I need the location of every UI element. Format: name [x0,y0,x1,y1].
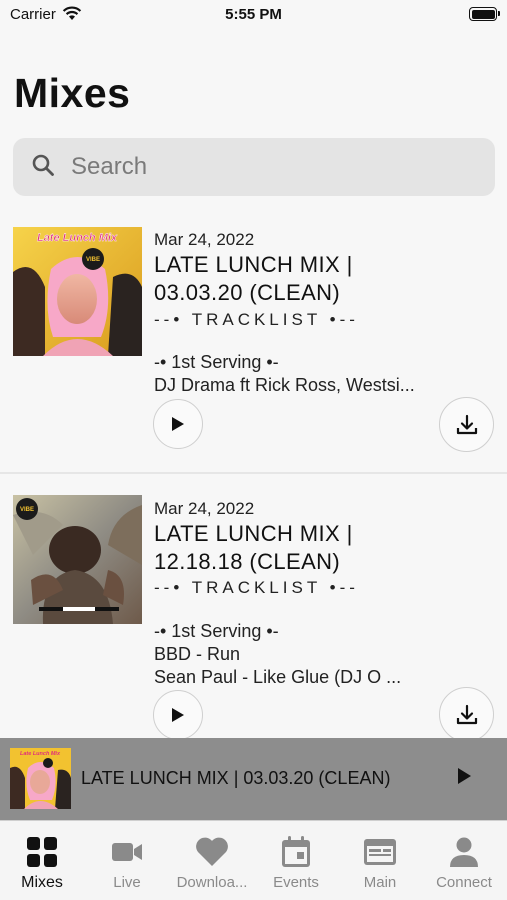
tab-label: Mixes [21,874,63,891]
mix-title-line: 03.03.20 (CLEAN) [154,280,341,305]
mix-title[interactable]: LATE LUNCH MIX | 03.03.20 (CLEAN) [154,251,454,307]
mix-serving-label: -• 1st Serving •- [154,621,279,641]
tab-mixes[interactable]: Mixes [0,821,84,900]
tab-live[interactable]: Live [85,821,169,900]
tab-label: Live [113,874,141,891]
download-button[interactable] [439,397,494,452]
art-title-text: Late Lunch Mix [37,232,118,244]
page-title: Mixes [14,70,131,116]
mini-player-play-button[interactable] [456,766,472,791]
status-time: 5:55 PM [225,6,282,23]
tab-main[interactable]: Main [338,821,422,900]
play-button[interactable] [153,690,203,740]
search-input[interactable] [71,153,451,181]
tab-connect[interactable]: Connect [422,821,506,900]
status-bar: Carrier 5:55 PM [0,0,507,30]
search-bar[interactable] [13,138,495,196]
mix-artwork[interactable]: VIBE Late Lunch Mix [13,227,142,356]
mix-title-line: 12.18.18 (CLEAN) [154,549,341,574]
mix-track-line: BBD - Run [154,644,241,664]
play-button[interactable] [153,399,203,449]
mix-title-line: LATE LUNCH MIX | [154,252,353,277]
mini-player-title: LATE LUNCH MIX | 03.03.20 (CLEAN) [81,768,391,788]
mix-date: Mar 24, 2022 [154,230,255,249]
mix-title-line: LATE LUNCH MIX | [154,521,353,546]
mix-artwork[interactable]: VIBE [13,495,142,624]
person-icon [422,835,506,869]
download-icon [456,704,477,724]
heart-icon [170,835,254,869]
calendar-icon [254,835,338,869]
mini-art-title-text: Late Lunch Mix [20,751,61,757]
tab-label: Main [363,874,397,891]
mini-player-artwork: Late Lunch Mix [10,748,71,809]
play-icon [172,708,184,722]
mix-tracklist-heading: --• TRACKLIST •-- [154,310,359,329]
tab-events[interactable]: Events [254,821,338,900]
grid-icon [0,835,84,869]
mix-tracklist-heading: --• TRACKLIST •-- [154,578,359,597]
tab-label: Connect [436,874,492,891]
video-camera-icon [85,835,169,869]
search-icon [31,153,55,182]
tab-label: Downloa... [176,874,248,891]
browser-window-icon [338,835,422,869]
mix-list-item[interactable]: VIBE Late Lunch Mix Mar 24, 2022 LATE LU… [0,226,507,472]
mix-track-line: DJ Drama ft Rick Ross, Westsi... [154,375,415,395]
art-badge-text: VIBE [86,257,100,263]
mix-serving-label: -• 1st Serving •- [154,352,279,372]
battery-icon [469,7,500,21]
art-badge-text: VIBE [20,507,34,513]
list-divider [0,472,507,474]
play-icon [458,768,471,784]
tab-label: Events [273,874,319,891]
download-icon [456,414,477,434]
tab-bar: Mixes Live Downloa... Events Main Connec… [0,820,507,900]
tab-downloads[interactable]: Downloa... [170,821,254,900]
mini-player[interactable]: Late Lunch Mix LATE LUNCH MIX | 03.03.20… [0,738,507,820]
mix-date: Mar 24, 2022 [154,499,255,518]
download-button[interactable] [439,687,494,742]
mix-title[interactable]: LATE LUNCH MIX | 12.18.18 (CLEAN) [154,520,454,576]
mix-track-line: Sean Paul - Like Glue (DJ O ... [154,667,402,687]
play-icon [172,417,184,431]
mix-list-item[interactable]: VIBE Mar 24, 2022 LATE LUNCH MIX | 12.18… [0,495,507,742]
